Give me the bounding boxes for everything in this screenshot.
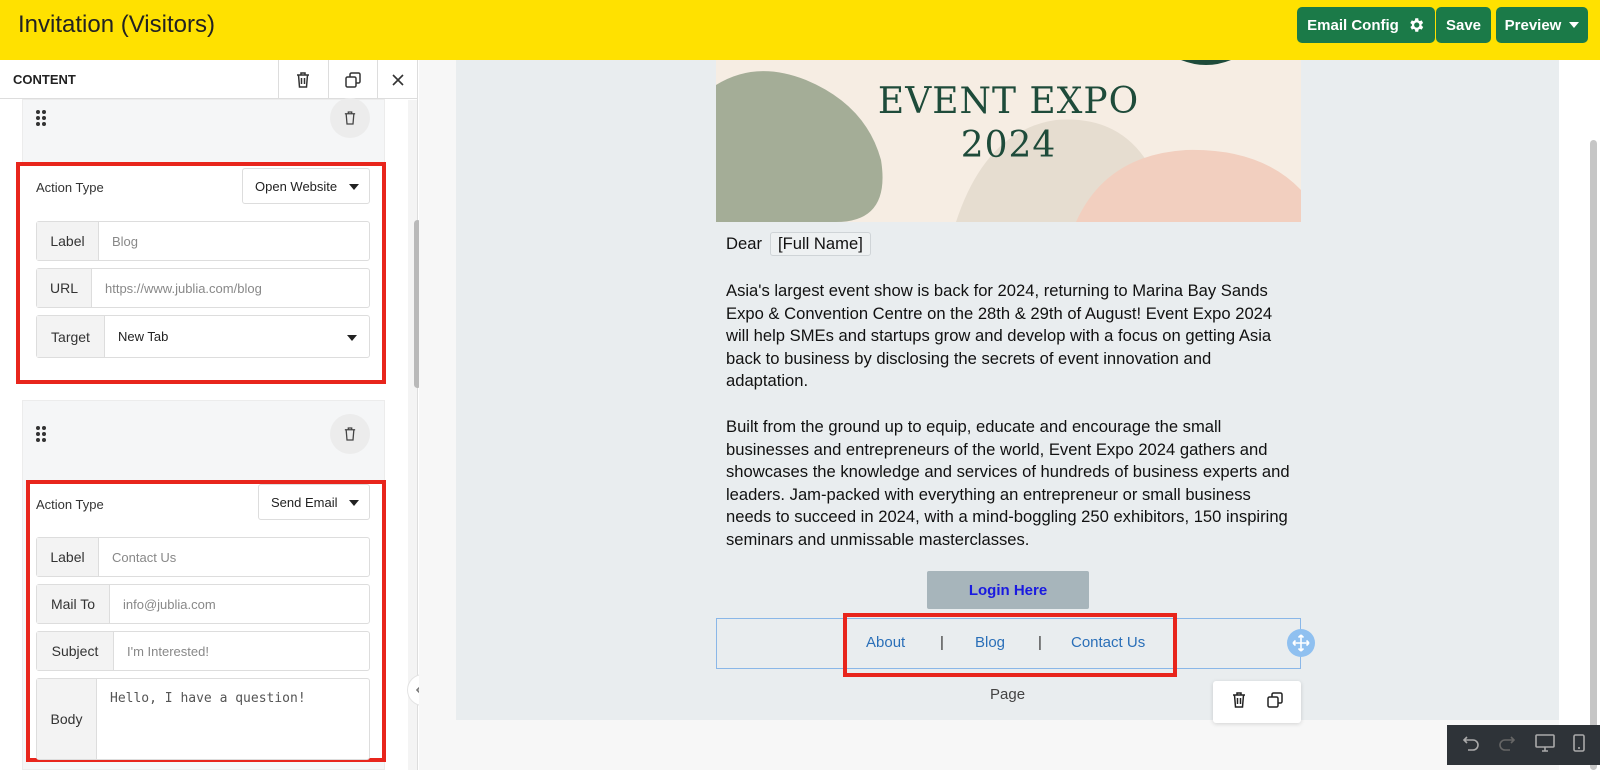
- url-field[interactable]: URL https://www.jublia.com/blog: [36, 268, 370, 308]
- panel-header: CONTENT: [0, 60, 417, 99]
- event-banner: EVENT EXPO 2024: [716, 60, 1301, 222]
- email-paragraph-2[interactable]: Built from the ground up to equip, educa…: [726, 416, 1291, 551]
- menu-separator: |: [1038, 634, 1042, 651]
- desktop-icon: [1534, 733, 1555, 752]
- greeting-text: Dear: [726, 234, 762, 253]
- redo-button[interactable]: [1498, 734, 1516, 757]
- label-field-label: Label: [37, 538, 99, 576]
- target-select[interactable]: New Tab: [105, 316, 168, 357]
- menu-link-contact-us[interactable]: Contact Us: [1071, 634, 1145, 651]
- label-input[interactable]: Contact Us: [99, 538, 176, 576]
- top-bar: Invitation (Visitors) Email Config Save …: [0, 0, 1600, 60]
- desktop-view-button[interactable]: [1534, 733, 1555, 757]
- page-title: Invitation (Visitors): [18, 11, 215, 38]
- trash-icon: [344, 427, 356, 441]
- body-textarea[interactable]: Hello, I have a question!: [97, 679, 306, 759]
- greeting: Dear [Full Name]: [726, 232, 871, 256]
- email-config-label: Email Config: [1307, 16, 1399, 34]
- undo-icon: [1462, 735, 1479, 751]
- mobile-icon: [1573, 733, 1585, 752]
- gear-icon: [1410, 18, 1424, 32]
- drag-handle-icon[interactable]: [35, 109, 49, 127]
- banner-title-line2: 2024: [960, 125, 1057, 166]
- save-button[interactable]: Save: [1436, 7, 1491, 43]
- target-field[interactable]: Target New Tab: [36, 315, 370, 358]
- url-field-label: URL: [37, 269, 92, 307]
- preview-button[interactable]: Preview: [1496, 7, 1588, 43]
- action-type-select[interactable]: Send Email: [258, 484, 370, 520]
- subject-field-label: Subject: [37, 632, 114, 670]
- label-field-label: Label: [37, 222, 99, 260]
- subject-field[interactable]: Subject I'm Interested!: [36, 631, 370, 671]
- login-here-button[interactable]: Login Here: [927, 571, 1089, 609]
- action-2-delete-button[interactable]: [330, 414, 370, 454]
- mail-to-field[interactable]: Mail To info@jublia.com: [36, 584, 370, 624]
- body-field[interactable]: Body Hello, I have a question!: [36, 678, 370, 760]
- panel-scrollbar-track[interactable]: [408, 100, 417, 770]
- trash-icon: [296, 71, 309, 88]
- label-input[interactable]: Blog: [99, 222, 138, 260]
- action-type-select[interactable]: Open Website: [242, 168, 370, 204]
- mail-to-field-label: Mail To: [37, 585, 110, 623]
- mail-to-input[interactable]: info@jublia.com: [110, 585, 216, 623]
- full-name-merge-tag[interactable]: [Full Name]: [769, 232, 871, 256]
- target-field-label: Target: [37, 316, 105, 357]
- menu-separator: |: [940, 634, 944, 651]
- trash-icon: [1232, 691, 1245, 708]
- bottom-toolbar: [1447, 725, 1600, 765]
- label-field[interactable]: Label Contact Us: [36, 537, 370, 577]
- banner-title-line1: EVENT EXPO: [877, 81, 1140, 122]
- block-duplicate-button[interactable]: [1266, 691, 1283, 713]
- redo-icon: [1499, 735, 1516, 751]
- action-type-label: Action Type: [36, 180, 104, 195]
- subject-input[interactable]: I'm Interested!: [114, 632, 209, 670]
- action-type-value: Open Website: [255, 178, 338, 194]
- mobile-view-button[interactable]: [1573, 733, 1585, 757]
- caret-down-icon: [349, 184, 359, 190]
- drag-handle-icon[interactable]: [35, 425, 49, 443]
- trash-icon: [344, 111, 356, 125]
- url-input[interactable]: https://www.jublia.com/blog: [92, 269, 262, 307]
- page-label: Page: [990, 686, 1026, 703]
- caret-down-icon: [1569, 22, 1580, 28]
- block-toolbar: [1213, 681, 1301, 723]
- caret-down-icon: [349, 500, 359, 506]
- undo-button[interactable]: [1462, 734, 1480, 757]
- move-icon: [1292, 634, 1310, 652]
- duplicate-icon: [1266, 691, 1283, 708]
- canvas-scrollbar[interactable]: [1590, 140, 1597, 770]
- block-delete-button[interactable]: [1232, 691, 1246, 713]
- banner-title: EVENT EXPO 2024: [716, 80, 1301, 168]
- label-field[interactable]: Label Blog: [36, 221, 370, 261]
- menu-link-about[interactable]: About: [866, 634, 905, 651]
- email-config-button[interactable]: Email Config: [1297, 7, 1435, 43]
- menu-link-blog[interactable]: Blog: [975, 634, 1005, 651]
- panel-duplicate-button[interactable]: [328, 60, 376, 99]
- move-block-button[interactable]: [1287, 629, 1315, 657]
- panel-delete-button[interactable]: [278, 60, 326, 99]
- panel-title: CONTENT: [13, 72, 76, 87]
- body-field-label: Body: [37, 679, 97, 759]
- action-1-delete-button[interactable]: [330, 98, 370, 138]
- close-icon: [392, 73, 404, 86]
- email-paragraph-1[interactable]: Asia's largest event show is back for 20…: [726, 280, 1291, 393]
- action-type-value: Send Email: [271, 494, 338, 510]
- preview-label: Preview: [1504, 16, 1562, 34]
- action-type-label: Action Type: [36, 497, 104, 512]
- caret-down-icon: [347, 335, 357, 341]
- panel-close-button[interactable]: [377, 60, 417, 99]
- duplicate-icon: [344, 71, 361, 88]
